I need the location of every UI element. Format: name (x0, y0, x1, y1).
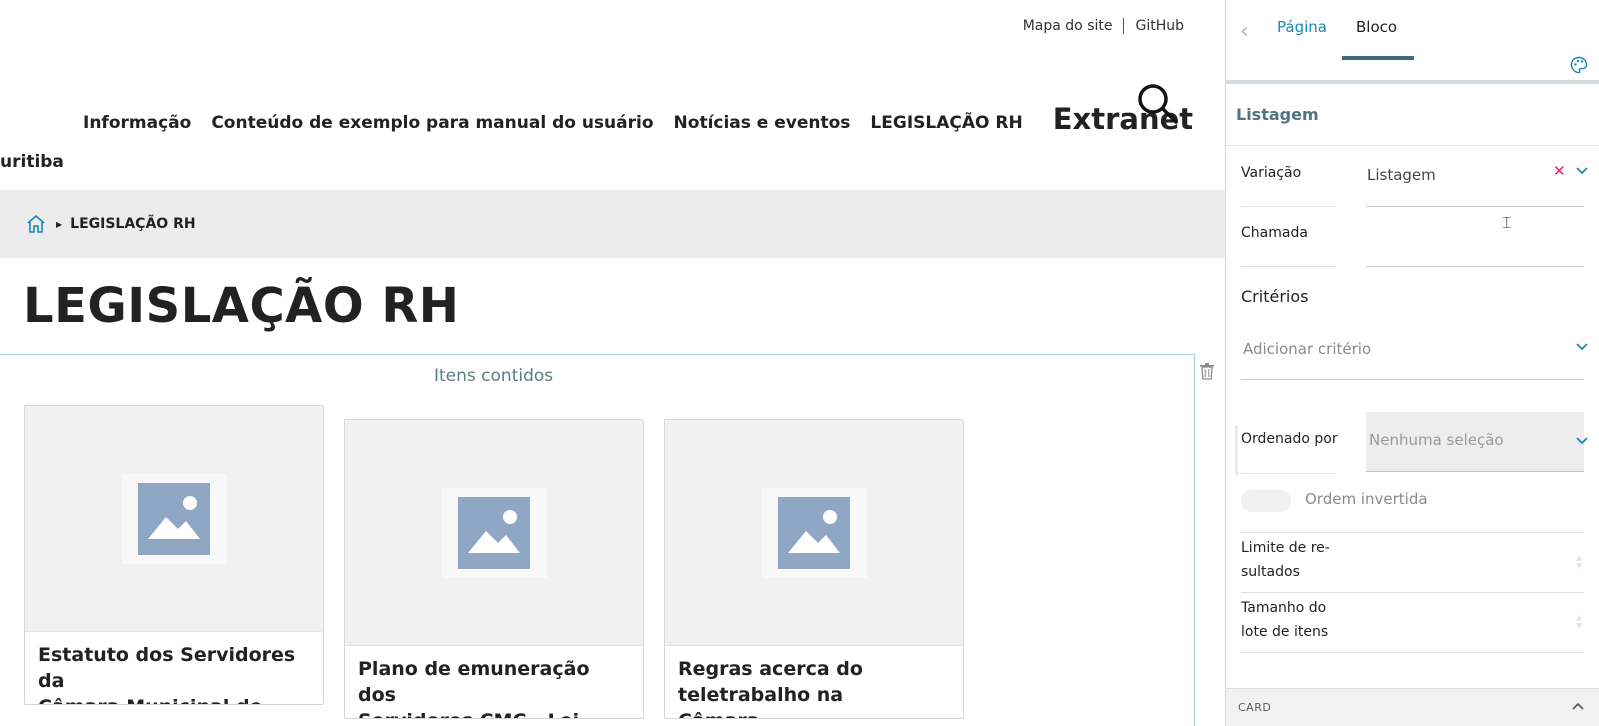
card-title-line: Plano de emuneração dos (358, 658, 590, 706)
tab-bloco[interactable]: Bloco (1356, 18, 1397, 36)
field-underline (1366, 206, 1584, 207)
image-placeholder-icon (458, 496, 530, 569)
batch-size-input[interactable] (1367, 610, 1567, 634)
link-github[interactable]: GitHub (1135, 18, 1184, 34)
breadcrumb-separator-icon: ▶ (56, 219, 63, 229)
tab-pagina[interactable]: Página (1277, 18, 1327, 36)
add-criteria-select[interactable]: Adicionar critério (1243, 340, 1371, 358)
limit-label-line: sultados (1241, 564, 1300, 580)
top-links: Mapa do site GitHub (1023, 18, 1184, 34)
search-icon[interactable] (1136, 82, 1180, 126)
nav-item-conteudo-exemplo[interactable]: Conteúdo de exemplo para manual do usuár… (211, 113, 653, 133)
chevron-down-icon[interactable] (1575, 342, 1589, 352)
card-section-label: CARD (1238, 701, 1272, 714)
field-divider (1241, 652, 1584, 653)
chevron-up-icon[interactable] (1571, 701, 1585, 711)
main-navigation: Informação Conteúdo de exemplo para manu… (83, 102, 1193, 140)
field-divider (1241, 473, 1336, 474)
nav-item-noticias-eventos[interactable]: Notícias e eventos (674, 113, 851, 133)
listing-card[interactable]: Plano de emuneração dos Servidores CMC -… (344, 419, 644, 719)
number-stepper-icon[interactable]: ▲ ▼ (1576, 554, 1586, 570)
image-placeholder-icon (138, 482, 210, 555)
chevron-down-icon[interactable] (1575, 166, 1589, 176)
active-tab-indicator (1342, 56, 1414, 60)
breadcrumb: ▶ LEGISLAÇÃO RH (0, 190, 1225, 258)
card-title-line: Regras acerca do (678, 658, 863, 680)
variation-select[interactable]: Listagem (1367, 166, 1436, 184)
chamada-label: Chamada (1241, 225, 1308, 241)
sort-label: Ordenado por (1241, 431, 1338, 447)
field-underline (1366, 266, 1584, 267)
field-divider (1241, 266, 1336, 267)
nav-item-informacao[interactable]: Informação (83, 113, 191, 133)
card-title-line: teletrabalho na Câmara... (678, 684, 844, 718)
site-preview: Mapa do site GitHub Informação Conteúdo … (0, 0, 1225, 726)
card-thumbnail (25, 406, 323, 632)
sort-select[interactable]: Nenhuma seleção (1366, 412, 1588, 472)
link-mapa-do-site[interactable]: Mapa do site (1023, 18, 1113, 34)
sidebar-tabs: ‹ Página Bloco (1226, 0, 1599, 84)
image-placeholder-icon (778, 496, 850, 569)
criteria-title: Critérios (1241, 287, 1309, 306)
nav-item-legislacao-rh[interactable]: LEGISLAÇÃO RH (870, 113, 1022, 133)
card-title-line: Câmara Municipal de... (38, 694, 310, 704)
field-underline (1241, 379, 1584, 380)
limit-label: Limite de re- sultados (1241, 536, 1330, 584)
home-icon[interactable] (26, 214, 46, 234)
page-title: LEGISLAÇÃO RH (23, 278, 460, 334)
listing-card[interactable]: Estatuto dos Servidores da Câmara Munici… (24, 405, 324, 705)
listing-block-heading: Itens contidos (434, 366, 554, 386)
nav-item-curitiba[interactable]: uritiba (0, 152, 64, 172)
listing-card[interactable]: Regras acerca do teletrabalho na Câmara.… (664, 419, 964, 719)
field-accent (1235, 425, 1238, 475)
block-section-title: Listagem (1226, 88, 1599, 146)
clear-icon[interactable]: ✕ (1553, 162, 1566, 180)
text-cursor-icon: ⌶ (1502, 213, 1512, 232)
reverse-order-toggle[interactable] (1241, 490, 1291, 512)
batch-label-line: lote de itens (1241, 624, 1329, 640)
card-title-line: Servidores CMC - Lei-... (358, 708, 630, 718)
reverse-order-label: Ordem invertida (1305, 490, 1428, 508)
link-separator (1123, 18, 1125, 34)
field-divider (1241, 532, 1584, 533)
card-title[interactable]: Plano de emuneração dos Servidores CMC -… (345, 646, 643, 718)
number-stepper-icon[interactable]: ▲ ▼ (1576, 614, 1586, 630)
limit-label-line: Limite de re- (1241, 540, 1330, 556)
card-title-line: Estatuto dos Servidores da (38, 644, 296, 692)
batch-label: Tamanho do lote de itens (1241, 596, 1328, 644)
palette-icon[interactable] (1570, 56, 1588, 74)
field-divider (1241, 206, 1336, 207)
card-thumbnail (665, 420, 963, 646)
breadcrumb-current: LEGISLAÇÃO RH (70, 216, 196, 232)
sort-placeholder: Nenhuma seleção (1369, 431, 1504, 449)
card-section-header[interactable]: CARD (1226, 688, 1599, 726)
chamada-input[interactable] (1367, 225, 1582, 249)
block-settings-sidebar: ‹ Página Bloco Listagem Variação Listage… (1225, 0, 1599, 726)
card-thumbnail (345, 420, 643, 646)
trash-icon[interactable] (1199, 362, 1215, 380)
variation-label: Variação (1241, 165, 1302, 181)
card-title[interactable]: Estatuto dos Servidores da Câmara Munici… (25, 632, 323, 704)
field-divider (1241, 592, 1584, 593)
batch-label-line: Tamanho do (1241, 600, 1327, 616)
limit-input[interactable] (1367, 550, 1567, 574)
chevron-down-icon[interactable] (1575, 436, 1589, 446)
card-title[interactable]: Regras acerca do teletrabalho na Câmara.… (665, 646, 963, 718)
chevron-left-icon[interactable]: ‹ (1240, 19, 1249, 44)
